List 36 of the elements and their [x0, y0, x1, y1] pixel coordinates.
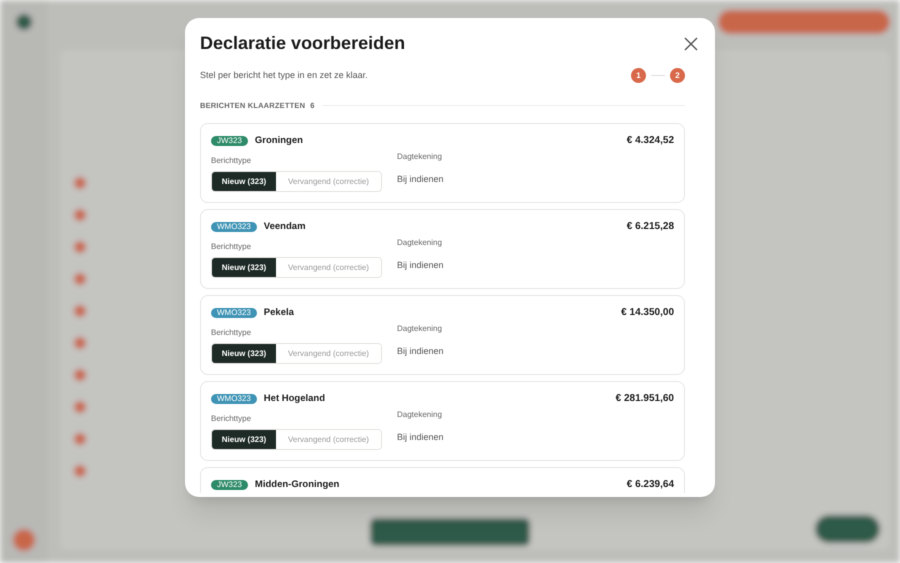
date-value: Bij indienen [397, 431, 444, 444]
municipality-name: Veendam [264, 220, 306, 234]
close-icon[interactable] [684, 36, 698, 50]
toggle-option[interactable]: Nieuw (323) [212, 258, 276, 278]
field-label: Dagtekening [397, 237, 443, 250]
amount-text: € 281.951,60 [616, 392, 674, 406]
dialog-subtitle: Stel per bericht het type in en zet ze klaar. [200, 68, 368, 82]
code-badge: JW323 [211, 480, 248, 490]
step-indicator: 2 [670, 68, 685, 83]
amount-text: € 6.239,64 [626, 478, 674, 492]
field-label: Dagtekening [397, 323, 443, 336]
toggle-option[interactable]: Nieuw (323) [212, 344, 276, 364]
municipality-name: Midden-Groningen [254, 478, 340, 492]
step-indicator: 1 [631, 68, 646, 83]
amount-text: € 4.324,52 [626, 134, 674, 148]
field-label: Berichttype [211, 413, 252, 426]
code-badge: JW323 [211, 136, 248, 146]
date-value: Bij indienen [397, 173, 444, 186]
date-value: Bij indienen [397, 259, 444, 272]
field-label: Berichttype [211, 155, 252, 168]
dialog-title: Declaratie voorbereiden [200, 32, 406, 55]
field-label: Dagtekening [397, 151, 443, 164]
municipality-name: Groningen [254, 134, 303, 148]
municipality-name: Het Hogeland [264, 392, 326, 406]
field-label: Berichttype [211, 241, 252, 254]
field-label: Dagtekening [397, 409, 443, 422]
municipality-name: Pekela [264, 306, 294, 320]
code-badge: WMO323 [211, 308, 257, 318]
amount-text: € 14.350,00 [621, 306, 674, 320]
toggle-option[interactable]: Nieuw (323) [212, 172, 276, 192]
date-value: Bij indienen [397, 345, 444, 358]
field-label: Berichttype [211, 327, 252, 340]
amount-text: € 6.215,28 [626, 220, 674, 234]
code-badge: WMO323 [211, 394, 257, 404]
code-badge: WMO323 [211, 222, 257, 232]
toggle-option[interactable]: Nieuw (323) [212, 430, 276, 450]
